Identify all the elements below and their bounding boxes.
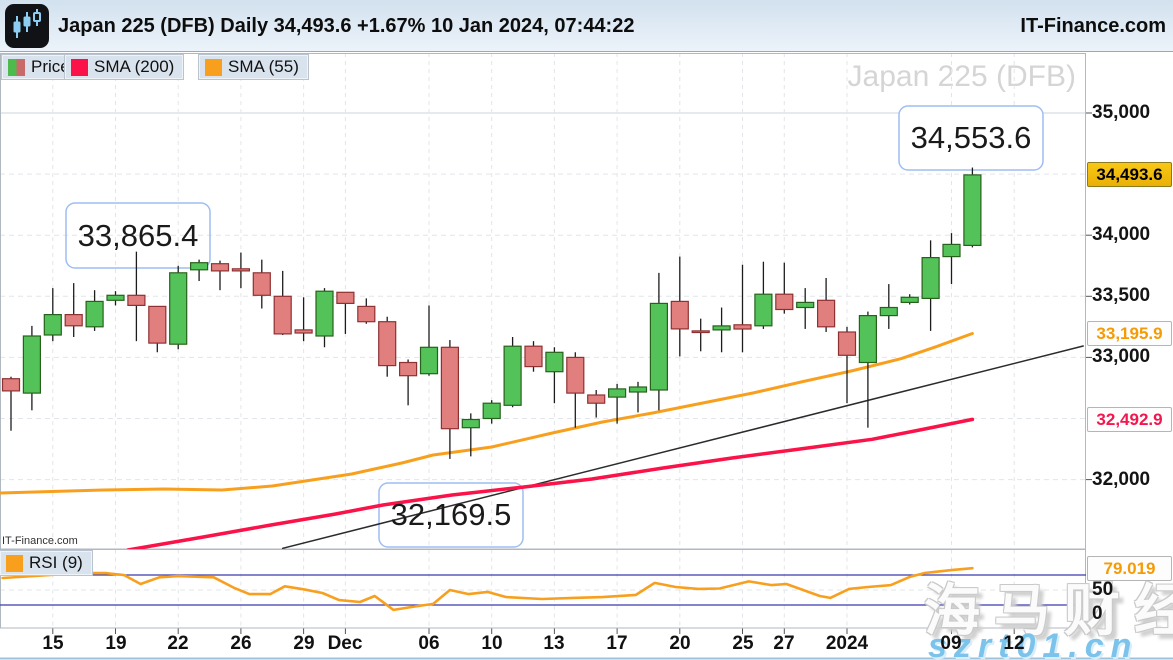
candle xyxy=(630,382,647,413)
price-axis-label: 33,500 xyxy=(1092,285,1150,307)
candle xyxy=(818,278,835,332)
price-callout-text[interactable]: 32,169.5 xyxy=(379,483,523,547)
candle xyxy=(149,306,166,352)
candle xyxy=(107,291,124,305)
price-swatch-icon xyxy=(8,59,25,76)
candle xyxy=(170,266,187,349)
candle xyxy=(546,347,563,403)
legend-chip-rsi[interactable]: RSI (9) xyxy=(0,551,92,575)
candle xyxy=(337,292,354,334)
itfinance-small-label: IT-Finance.com xyxy=(2,535,78,547)
candle xyxy=(671,257,688,357)
candle xyxy=(692,319,709,352)
time-axis-label: Dec xyxy=(328,633,363,655)
price-callout-text[interactable]: 34,553.6 xyxy=(899,106,1043,170)
time-axis-label: 10 xyxy=(481,633,502,655)
candle xyxy=(421,305,438,375)
candle xyxy=(588,390,605,417)
candle xyxy=(379,317,396,377)
price-callout-text[interactable]: 33,865.4 xyxy=(66,203,210,268)
price-label-red: 32,492.9 xyxy=(1087,407,1172,432)
price-chart-canvas[interactable] xyxy=(0,0,1173,660)
candle xyxy=(358,298,375,323)
candle xyxy=(901,294,918,304)
price-axis-label: 35,000 xyxy=(1092,102,1150,124)
time-axis-label: 25 xyxy=(732,633,753,655)
candle xyxy=(797,288,814,329)
sma55-swatch-icon xyxy=(205,59,222,76)
candle xyxy=(504,337,521,407)
time-axis-label: 06 xyxy=(418,633,439,655)
price-axis-label: 33,000 xyxy=(1092,346,1150,368)
candle xyxy=(964,168,981,248)
candle xyxy=(734,265,751,352)
candle xyxy=(316,288,333,347)
candle xyxy=(922,240,939,331)
candle xyxy=(713,308,730,353)
candle xyxy=(525,341,542,372)
time-axis-label: 13 xyxy=(543,633,564,655)
time-axis-label: 22 xyxy=(167,633,188,655)
rsi-swatch-icon xyxy=(6,555,23,572)
rsi-axis-label: 50 xyxy=(1092,579,1113,601)
rsi-axis-label: 0 xyxy=(1092,603,1103,625)
candle xyxy=(253,260,270,309)
time-axis-label: 17 xyxy=(606,633,627,655)
price-label-orange: 33,195.9 xyxy=(1087,321,1172,346)
candle xyxy=(776,263,793,314)
time-axis-label: 20 xyxy=(669,633,690,655)
sma200-line xyxy=(128,419,972,550)
legend-sma55-label: SMA (55) xyxy=(228,57,299,77)
price-axis-label: 32,000 xyxy=(1092,469,1150,491)
price-axis-label: 34,000 xyxy=(1092,224,1150,246)
legend-chip-sma55[interactable]: SMA (55) xyxy=(199,55,308,79)
price-label-gold: 34,493.6 xyxy=(1087,162,1172,187)
time-axis-label: 12 xyxy=(1003,633,1024,655)
candle xyxy=(943,233,960,284)
time-axis-label: 19 xyxy=(105,633,126,655)
legend-price-label: Price xyxy=(31,57,70,77)
candle xyxy=(23,326,40,410)
candle xyxy=(880,284,897,329)
legend-sma200-label: SMA (200) xyxy=(94,57,174,77)
time-axis-label: 15 xyxy=(42,633,63,655)
candle xyxy=(65,283,82,337)
candle xyxy=(212,261,229,291)
legend-rsi-label: RSI (9) xyxy=(29,553,83,573)
time-axis-label: 29 xyxy=(293,633,314,655)
time-axis-label: 27 xyxy=(773,633,794,655)
candle xyxy=(3,377,20,431)
candle xyxy=(400,359,417,405)
time-axis-label: 2024 xyxy=(826,633,868,655)
time-axis-label: 09 xyxy=(940,633,961,655)
rsi-value-label: 79.019 xyxy=(1087,556,1172,581)
candle xyxy=(650,273,667,410)
legend-chip-sma200[interactable]: SMA (200) xyxy=(65,55,183,79)
candle xyxy=(755,262,772,329)
candle xyxy=(274,271,291,335)
candle xyxy=(483,400,500,423)
candle xyxy=(441,340,458,459)
candle xyxy=(232,253,249,289)
time-axis-label: 26 xyxy=(230,633,251,655)
candle xyxy=(839,327,856,403)
candle xyxy=(567,352,584,427)
chart-window: Japan 225 (DFB) Daily 34,493.6 +1.67% 10… xyxy=(0,0,1173,660)
sma200-swatch-icon xyxy=(71,59,88,76)
candle xyxy=(295,297,312,341)
